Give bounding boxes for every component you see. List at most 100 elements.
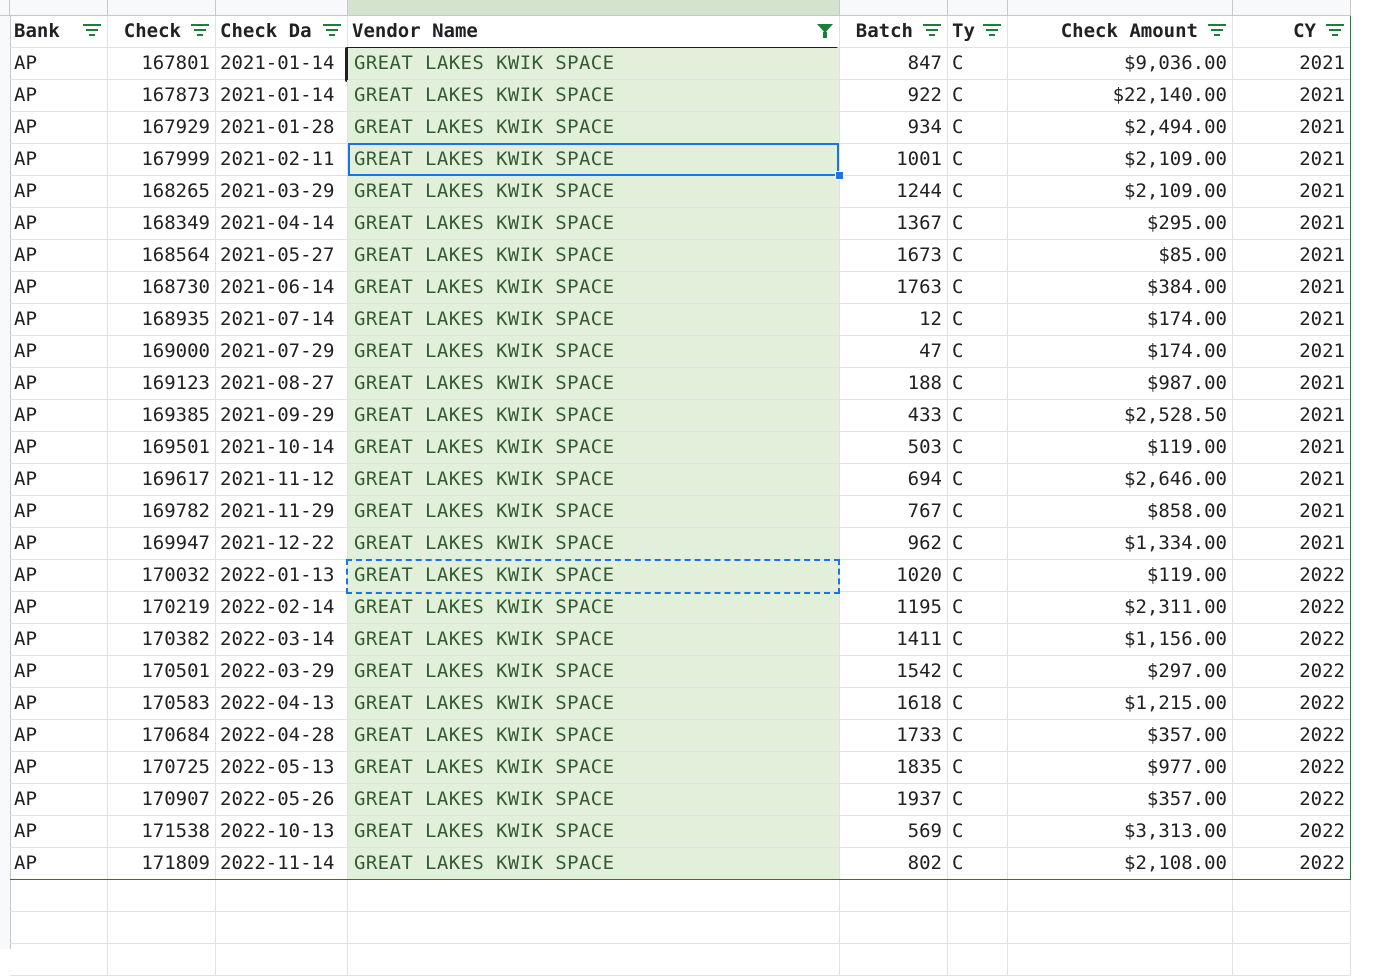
cell-bank[interactable]: AP <box>10 304 108 336</box>
filter-lines-icon[interactable] <box>83 24 101 38</box>
cell-check[interactable]: 169385 <box>108 400 216 432</box>
header-bank[interactable]: Bank <box>10 16 108 48</box>
cell-bank[interactable]: AP <box>10 368 108 400</box>
cell-vendor-name[interactable]: GREAT LAKES KWIK SPACE <box>348 720 840 752</box>
cell-check[interactable]: 170907 <box>108 784 216 816</box>
cell-type[interactable]: C <box>948 208 1008 240</box>
cell-check-amount[interactable]: $22,140.00 <box>1008 80 1233 112</box>
select-all-corner[interactable] <box>0 0 10 16</box>
cell-type[interactable]: C <box>948 720 1008 752</box>
cell-batch[interactable]: 767 <box>840 496 948 528</box>
cell-cy[interactable]: 2021 <box>1233 80 1351 112</box>
cell-vendor-name[interactable]: GREAT LAKES KWIK SPACE <box>348 272 840 304</box>
cell-cy[interactable]: 2021 <box>1233 208 1351 240</box>
cell-batch[interactable]: 569 <box>840 816 948 848</box>
cell-check-date[interactable]: 2021-05-27 <box>216 240 348 272</box>
header-vendor-name[interactable]: Vendor Name <box>348 16 840 48</box>
cell-check-date[interactable]: 2022-04-28 <box>216 720 348 752</box>
cell-vendor-name[interactable]: GREAT LAKES KWIK SPACE <box>348 656 840 688</box>
cell-check-amount[interactable]: $1,215.00 <box>1008 688 1233 720</box>
header-batch[interactable]: Batch <box>840 16 948 48</box>
cell-type[interactable]: C <box>948 336 1008 368</box>
cell-vendor-name[interactable]: GREAT LAKES KWIK SPACE <box>348 176 840 208</box>
column-header-check-date[interactable] <box>216 0 348 16</box>
cell-check-amount[interactable]: $119.00 <box>1008 560 1233 592</box>
empty-cell[interactable] <box>840 880 948 912</box>
cell-bank[interactable]: AP <box>10 656 108 688</box>
cell-batch[interactable]: 188 <box>840 368 948 400</box>
cell-vendor-name[interactable]: GREAT LAKES KWIK SPACE <box>348 368 840 400</box>
empty-cell[interactable] <box>10 912 108 944</box>
cell-type[interactable]: C <box>948 784 1008 816</box>
cell-check[interactable]: 169947 <box>108 528 216 560</box>
cell-cy[interactable]: 2021 <box>1233 240 1351 272</box>
cell-type[interactable]: C <box>948 528 1008 560</box>
cell-batch[interactable]: 1542 <box>840 656 948 688</box>
cell-check[interactable]: 170583 <box>108 688 216 720</box>
cell-batch[interactable]: 1733 <box>840 720 948 752</box>
cell-check-amount[interactable]: $2,311.00 <box>1008 592 1233 624</box>
cell-check-date[interactable]: 2022-03-14 <box>216 624 348 656</box>
cell-check[interactable]: 168265 <box>108 176 216 208</box>
empty-cell[interactable] <box>10 880 108 912</box>
cell-bank[interactable]: AP <box>10 240 108 272</box>
filter-lines-icon[interactable] <box>323 24 341 38</box>
cell-check-amount[interactable]: $987.00 <box>1008 368 1233 400</box>
cell-vendor-name[interactable]: GREAT LAKES KWIK SPACE <box>348 304 840 336</box>
cell-type[interactable]: C <box>948 496 1008 528</box>
cell-bank[interactable]: AP <box>10 496 108 528</box>
cell-type[interactable]: C <box>948 144 1008 176</box>
cell-cy[interactable]: 2022 <box>1233 560 1351 592</box>
cell-vendor-name[interactable]: GREAT LAKES KWIK SPACE <box>348 48 840 80</box>
cell-bank[interactable]: AP <box>10 176 108 208</box>
cell-type[interactable]: C <box>948 272 1008 304</box>
cell-check[interactable]: 169123 <box>108 368 216 400</box>
cell-batch[interactable]: 1835 <box>840 752 948 784</box>
cell-cy[interactable]: 2021 <box>1233 528 1351 560</box>
cell-vendor-name[interactable]: GREAT LAKES KWIK SPACE <box>348 688 840 720</box>
cell-check-date[interactable]: 2021-10-14 <box>216 432 348 464</box>
cell-type[interactable]: C <box>948 656 1008 688</box>
cell-bank[interactable]: AP <box>10 80 108 112</box>
cell-vendor-name[interactable]: GREAT LAKES KWIK SPACE <box>348 464 840 496</box>
fill-handle[interactable] <box>835 171 844 180</box>
cell-check-date[interactable]: 2022-04-13 <box>216 688 348 720</box>
cell-check[interactable]: 170032 <box>108 560 216 592</box>
cell-check[interactable]: 171538 <box>108 816 216 848</box>
cell-check-date[interactable]: 2021-09-29 <box>216 400 348 432</box>
cell-batch[interactable]: 934 <box>840 112 948 144</box>
cell-type[interactable]: C <box>948 464 1008 496</box>
cell-check[interactable]: 169617 <box>108 464 216 496</box>
header-check[interactable]: Check <box>108 16 216 48</box>
cell-batch[interactable]: 1001 <box>840 144 948 176</box>
cell-bank[interactable]: AP <box>10 688 108 720</box>
cell-bank[interactable]: AP <box>10 848 108 880</box>
cell-batch[interactable]: 1195 <box>840 592 948 624</box>
cell-check-amount[interactable]: $295.00 <box>1008 208 1233 240</box>
cell-bank[interactable]: AP <box>10 720 108 752</box>
cell-cy[interactable]: 2021 <box>1233 464 1351 496</box>
cell-batch[interactable]: 1244 <box>840 176 948 208</box>
cell-type[interactable]: C <box>948 176 1008 208</box>
cell-batch[interactable]: 1673 <box>840 240 948 272</box>
cell-type[interactable]: C <box>948 400 1008 432</box>
cell-type[interactable]: C <box>948 624 1008 656</box>
cell-type[interactable]: C <box>948 112 1008 144</box>
empty-cell[interactable] <box>108 912 216 944</box>
cell-bank[interactable]: AP <box>10 48 108 80</box>
cell-cy[interactable]: 2021 <box>1233 272 1351 304</box>
empty-cell[interactable] <box>216 880 348 912</box>
filter-lines-icon[interactable] <box>983 24 1001 38</box>
cell-check[interactable]: 169000 <box>108 336 216 368</box>
cell-vendor-name[interactable]: GREAT LAKES KWIK SPACE <box>348 80 840 112</box>
empty-cell[interactable] <box>108 880 216 912</box>
cell-vendor-name[interactable]: GREAT LAKES KWIK SPACE <box>348 592 840 624</box>
cell-check[interactable]: 167999 <box>108 144 216 176</box>
cell-cy[interactable]: 2021 <box>1233 336 1351 368</box>
cell-check-amount[interactable]: $174.00 <box>1008 336 1233 368</box>
cell-batch[interactable]: 1367 <box>840 208 948 240</box>
cell-check-amount[interactable]: $357.00 <box>1008 720 1233 752</box>
cell-check-date[interactable]: 2021-01-28 <box>216 112 348 144</box>
cell-type[interactable]: C <box>948 816 1008 848</box>
cell-bank[interactable]: AP <box>10 208 108 240</box>
